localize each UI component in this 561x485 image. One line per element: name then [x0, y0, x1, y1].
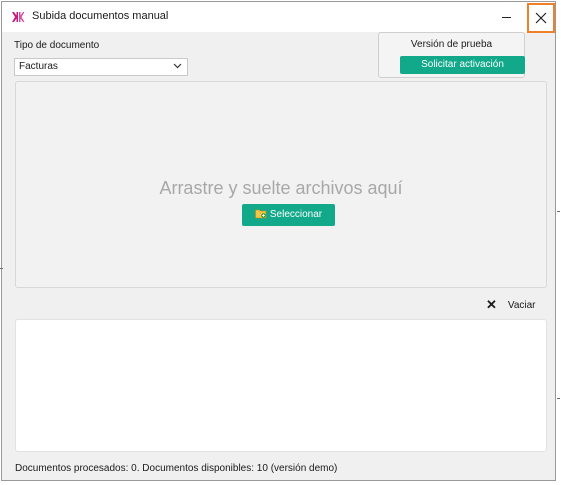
clear-x-icon: ✕	[486, 297, 497, 312]
minimize-icon	[501, 16, 511, 18]
select-files-label: Seleccionar	[269, 209, 323, 220]
edge-mark	[557, 211, 560, 212]
minimize-button[interactable]	[493, 6, 519, 28]
file-drop-zone[interactable]: Arrastre y suelte archivos aquí Seleccio…	[15, 81, 547, 288]
upload-window: Subida documentos manual Tipo de documen…	[1, 1, 556, 481]
select-files-button[interactable]: Seleccionar	[242, 204, 335, 226]
status-bar-text: Documentos procesados: 0. Documentos dis…	[15, 463, 338, 474]
document-type-label: Tipo de documento	[14, 40, 100, 51]
request-activation-button[interactable]: Solicitar activación	[400, 56, 525, 74]
edge-mark	[557, 398, 560, 399]
file-list[interactable]	[15, 319, 547, 452]
app-logo-icon	[12, 12, 25, 22]
clear-button[interactable]: ✕ Vaciar	[486, 297, 536, 312]
close-button[interactable]	[527, 3, 555, 33]
trial-panel: Versión de prueba Solicitar activación	[378, 32, 525, 78]
edge-mark	[0, 268, 3, 269]
document-type-select[interactable]: Facturas	[14, 58, 188, 76]
drop-zone-text: Arrastre y suelte archivos aquí	[159, 178, 403, 198]
clear-label: Vaciar	[507, 299, 536, 311]
folder-icon	[255, 209, 267, 219]
chevron-down-icon	[173, 63, 182, 69]
close-icon	[535, 12, 547, 24]
document-type-value: Facturas	[19, 61, 58, 72]
title-bar[interactable]: Subida documentos manual	[2, 2, 555, 33]
trial-title: Versión de prueba	[410, 39, 493, 50]
window-title: Subida documentos manual	[32, 10, 169, 22]
